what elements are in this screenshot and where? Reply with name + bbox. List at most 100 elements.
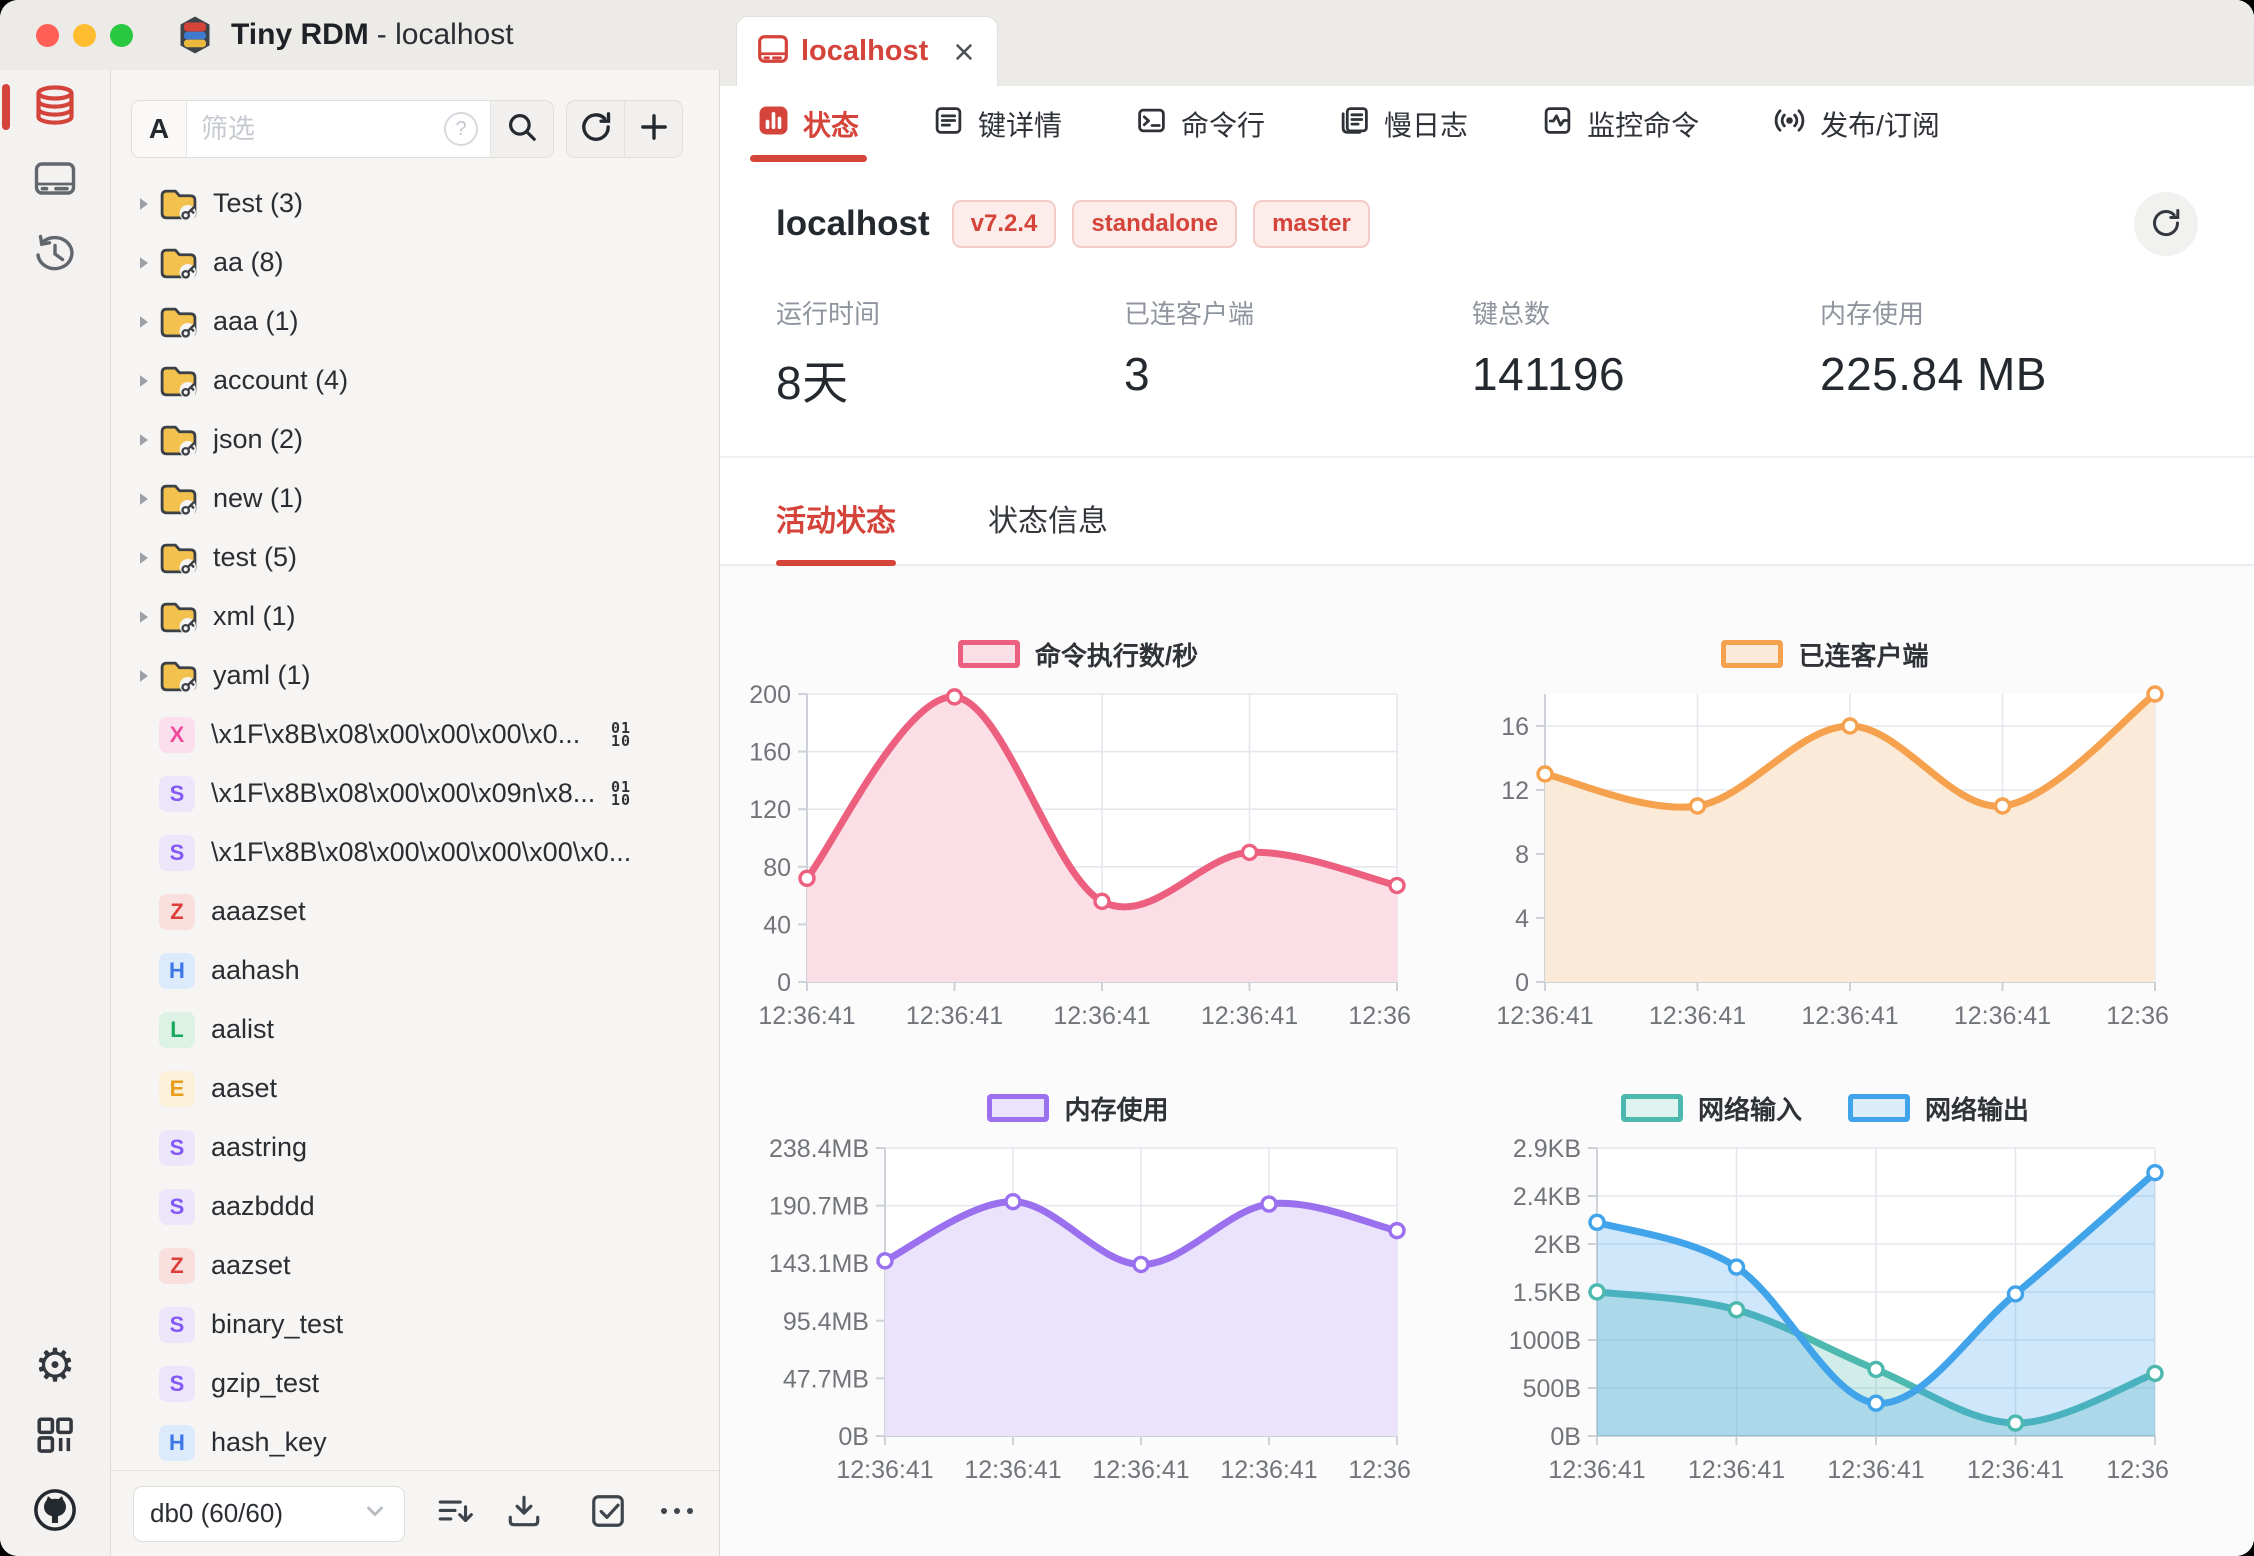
close-window-button[interactable] bbox=[36, 23, 59, 47]
server-icon bbox=[33, 160, 77, 203]
help-icon: ? bbox=[444, 112, 478, 146]
load-more-button[interactable] bbox=[435, 1493, 475, 1534]
history-icon bbox=[32, 233, 78, 278]
svg-text:120: 120 bbox=[749, 796, 791, 824]
svg-text:47.7MB: 47.7MB bbox=[783, 1365, 869, 1393]
subtab-item[interactable]: 状态信息 bbox=[988, 496, 1108, 564]
github-icon[interactable] bbox=[32, 1487, 78, 1538]
legend-item[interactable]: 网络输入 bbox=[1620, 1090, 1802, 1127]
tree-folder-account[interactable]: account (4) bbox=[111, 351, 719, 410]
db-select[interactable]: db0 (60/60) bbox=[133, 1485, 405, 1542]
window-title-context: - localhost bbox=[376, 18, 514, 51]
key-type-badge: Z bbox=[159, 893, 195, 930]
tree-key-row[interactable]: Zaaazset bbox=[111, 882, 719, 941]
key-name: \x1F\x8B\x08\x00\x00\x00\x00\x0... bbox=[211, 837, 632, 867]
filter-bar: A ? bbox=[131, 100, 683, 158]
nav-tab-label: 发布/订阅 bbox=[1820, 110, 1940, 141]
refresh-icon bbox=[578, 109, 614, 150]
key-type-badge: S bbox=[159, 834, 195, 871]
caret-right-icon[interactable] bbox=[133, 253, 159, 273]
tree-folder-Test[interactable]: Test (3) bbox=[111, 174, 719, 233]
minimize-window-button[interactable] bbox=[73, 23, 96, 47]
nav-tab-pubsub[interactable]: 发布/订阅 bbox=[1773, 86, 1940, 162]
more-actions-button[interactable] bbox=[657, 1504, 697, 1523]
pubsub-icon bbox=[1773, 105, 1806, 143]
tree-key-row[interactable]: Hhash_key bbox=[111, 1413, 719, 1470]
stat-value: 141196 bbox=[1472, 348, 1626, 400]
svg-text:1.5KB: 1.5KB bbox=[1513, 1279, 1581, 1307]
reload-keys-button[interactable] bbox=[567, 101, 624, 157]
tree-key-row[interactable]: Sbinary_test bbox=[111, 1295, 719, 1354]
folder-label: json (2) bbox=[213, 424, 304, 454]
rail-item-history[interactable] bbox=[0, 218, 110, 292]
svg-text:12:36:41: 12:36:41 bbox=[758, 1002, 855, 1030]
caret-right-icon[interactable] bbox=[133, 312, 159, 332]
svg-text:238.4MB: 238.4MB bbox=[769, 1135, 869, 1163]
caret-right-icon[interactable] bbox=[133, 430, 159, 450]
tree-folder-xml[interactable]: xml (1) bbox=[111, 587, 719, 646]
close-tab-icon[interactable] bbox=[951, 39, 977, 65]
tree-key-row[interactable]: Zaazset bbox=[111, 1236, 719, 1295]
refresh-status-button[interactable] bbox=[2134, 192, 2198, 256]
legend-item[interactable]: 网络输出 bbox=[1848, 1090, 2029, 1127]
caret-right-icon[interactable] bbox=[133, 666, 159, 686]
server-name: localhost bbox=[776, 204, 930, 243]
nav-tab-slowlog[interactable]: 慢日志 bbox=[1339, 86, 1468, 162]
tree-folder-yaml[interactable]: yaml (1) bbox=[111, 646, 719, 705]
folder-key-icon bbox=[159, 482, 197, 515]
legend-item[interactable]: 命令执行数/秒 bbox=[957, 636, 1199, 673]
tree-key-row[interactable]: Saastring bbox=[111, 1118, 719, 1177]
key-name: aazbddd bbox=[211, 1191, 315, 1221]
caret-right-icon[interactable] bbox=[133, 194, 159, 214]
svg-text:12:36:41: 12:36:41 bbox=[1053, 1002, 1150, 1030]
tree-folder-aa[interactable]: aa (8) bbox=[111, 233, 719, 292]
tree-key-row[interactable]: Haahash bbox=[111, 941, 719, 1000]
filter-input[interactable] bbox=[187, 101, 444, 157]
tree-key-row[interactable]: X \x1F\x8B\x08\x00\x00\x00\x0... 01 10 bbox=[111, 705, 719, 764]
key-type-badge: X bbox=[159, 716, 195, 753]
nav-tab-monitor[interactable]: 监控命令 bbox=[1542, 86, 1699, 162]
caret-right-icon[interactable] bbox=[133, 548, 159, 568]
tree-key-row[interactable]: Laalist bbox=[111, 1000, 719, 1059]
stat-label: 键总数 bbox=[1472, 299, 1551, 329]
tree-folder-test[interactable]: test (5) bbox=[111, 528, 719, 587]
tree-key-row[interactable]: Saazbddd bbox=[111, 1177, 719, 1236]
search-button[interactable] bbox=[490, 101, 553, 157]
tree-key-row[interactable]: Eaaset bbox=[111, 1059, 719, 1118]
rail-item-server[interactable] bbox=[0, 144, 110, 218]
stat-value: 3 bbox=[1124, 348, 1151, 400]
settings-icon[interactable]: ⚙ bbox=[34, 1342, 75, 1388]
caret-right-icon[interactable] bbox=[133, 489, 159, 509]
checkbox-mode-button[interactable] bbox=[589, 1492, 627, 1535]
tree-key-row[interactable]: S \x1F\x8B\x08\x00\x00\x00\x00\x0... bbox=[111, 823, 719, 882]
legend-label: 内存使用 bbox=[1064, 1094, 1169, 1125]
connection-tab[interactable]: localhost bbox=[736, 16, 998, 86]
add-key-button[interactable] bbox=[624, 101, 682, 157]
load-all-button[interactable] bbox=[505, 1493, 543, 1534]
import-icon bbox=[505, 1493, 543, 1534]
key-type-badge: H bbox=[159, 952, 195, 989]
tree-key-row[interactable]: Sgzip_test bbox=[111, 1354, 719, 1413]
caret-right-icon[interactable] bbox=[133, 371, 159, 391]
filter-mode-button[interactable]: A bbox=[132, 101, 187, 157]
svg-text:0: 0 bbox=[777, 969, 791, 997]
tree-folder-json[interactable]: json (2) bbox=[111, 410, 719, 469]
legend-label: 命令执行数/秒 bbox=[1034, 640, 1199, 671]
chart-plot: 0B 500B 1000B 1.5KB 2KB 2.4KB 2.9KB 12:36:41 12:… bbox=[1509, 1135, 2171, 1484]
tree-folder-new[interactable]: new (1) bbox=[111, 469, 719, 528]
grid-icon[interactable] bbox=[34, 1414, 76, 1461]
app-logo-icon bbox=[175, 15, 215, 55]
tree-folder-aaa[interactable]: aaa (1) bbox=[111, 292, 719, 351]
more-icon bbox=[657, 1504, 697, 1523]
legend-item[interactable]: 内存使用 bbox=[987, 1090, 1169, 1127]
nav-tab-key-detail[interactable]: 键详情 bbox=[933, 86, 1062, 162]
nav-tab-terminal[interactable]: 命令行 bbox=[1136, 86, 1265, 162]
stat-label: 内存使用 bbox=[1820, 299, 1925, 329]
zoom-window-button[interactable] bbox=[110, 23, 133, 47]
tree-key-row[interactable]: S \x1F\x8B\x08\x00\x00\x09n\x8... 01 10 bbox=[111, 764, 719, 823]
subtab-active[interactable]: 活动状态 bbox=[776, 496, 896, 566]
nav-tab-status[interactable]: 状态 bbox=[749, 86, 868, 162]
legend-item[interactable]: 已连客户端 bbox=[1721, 636, 1929, 673]
rail-item-browser[interactable] bbox=[0, 70, 110, 144]
caret-right-icon[interactable] bbox=[133, 607, 159, 627]
